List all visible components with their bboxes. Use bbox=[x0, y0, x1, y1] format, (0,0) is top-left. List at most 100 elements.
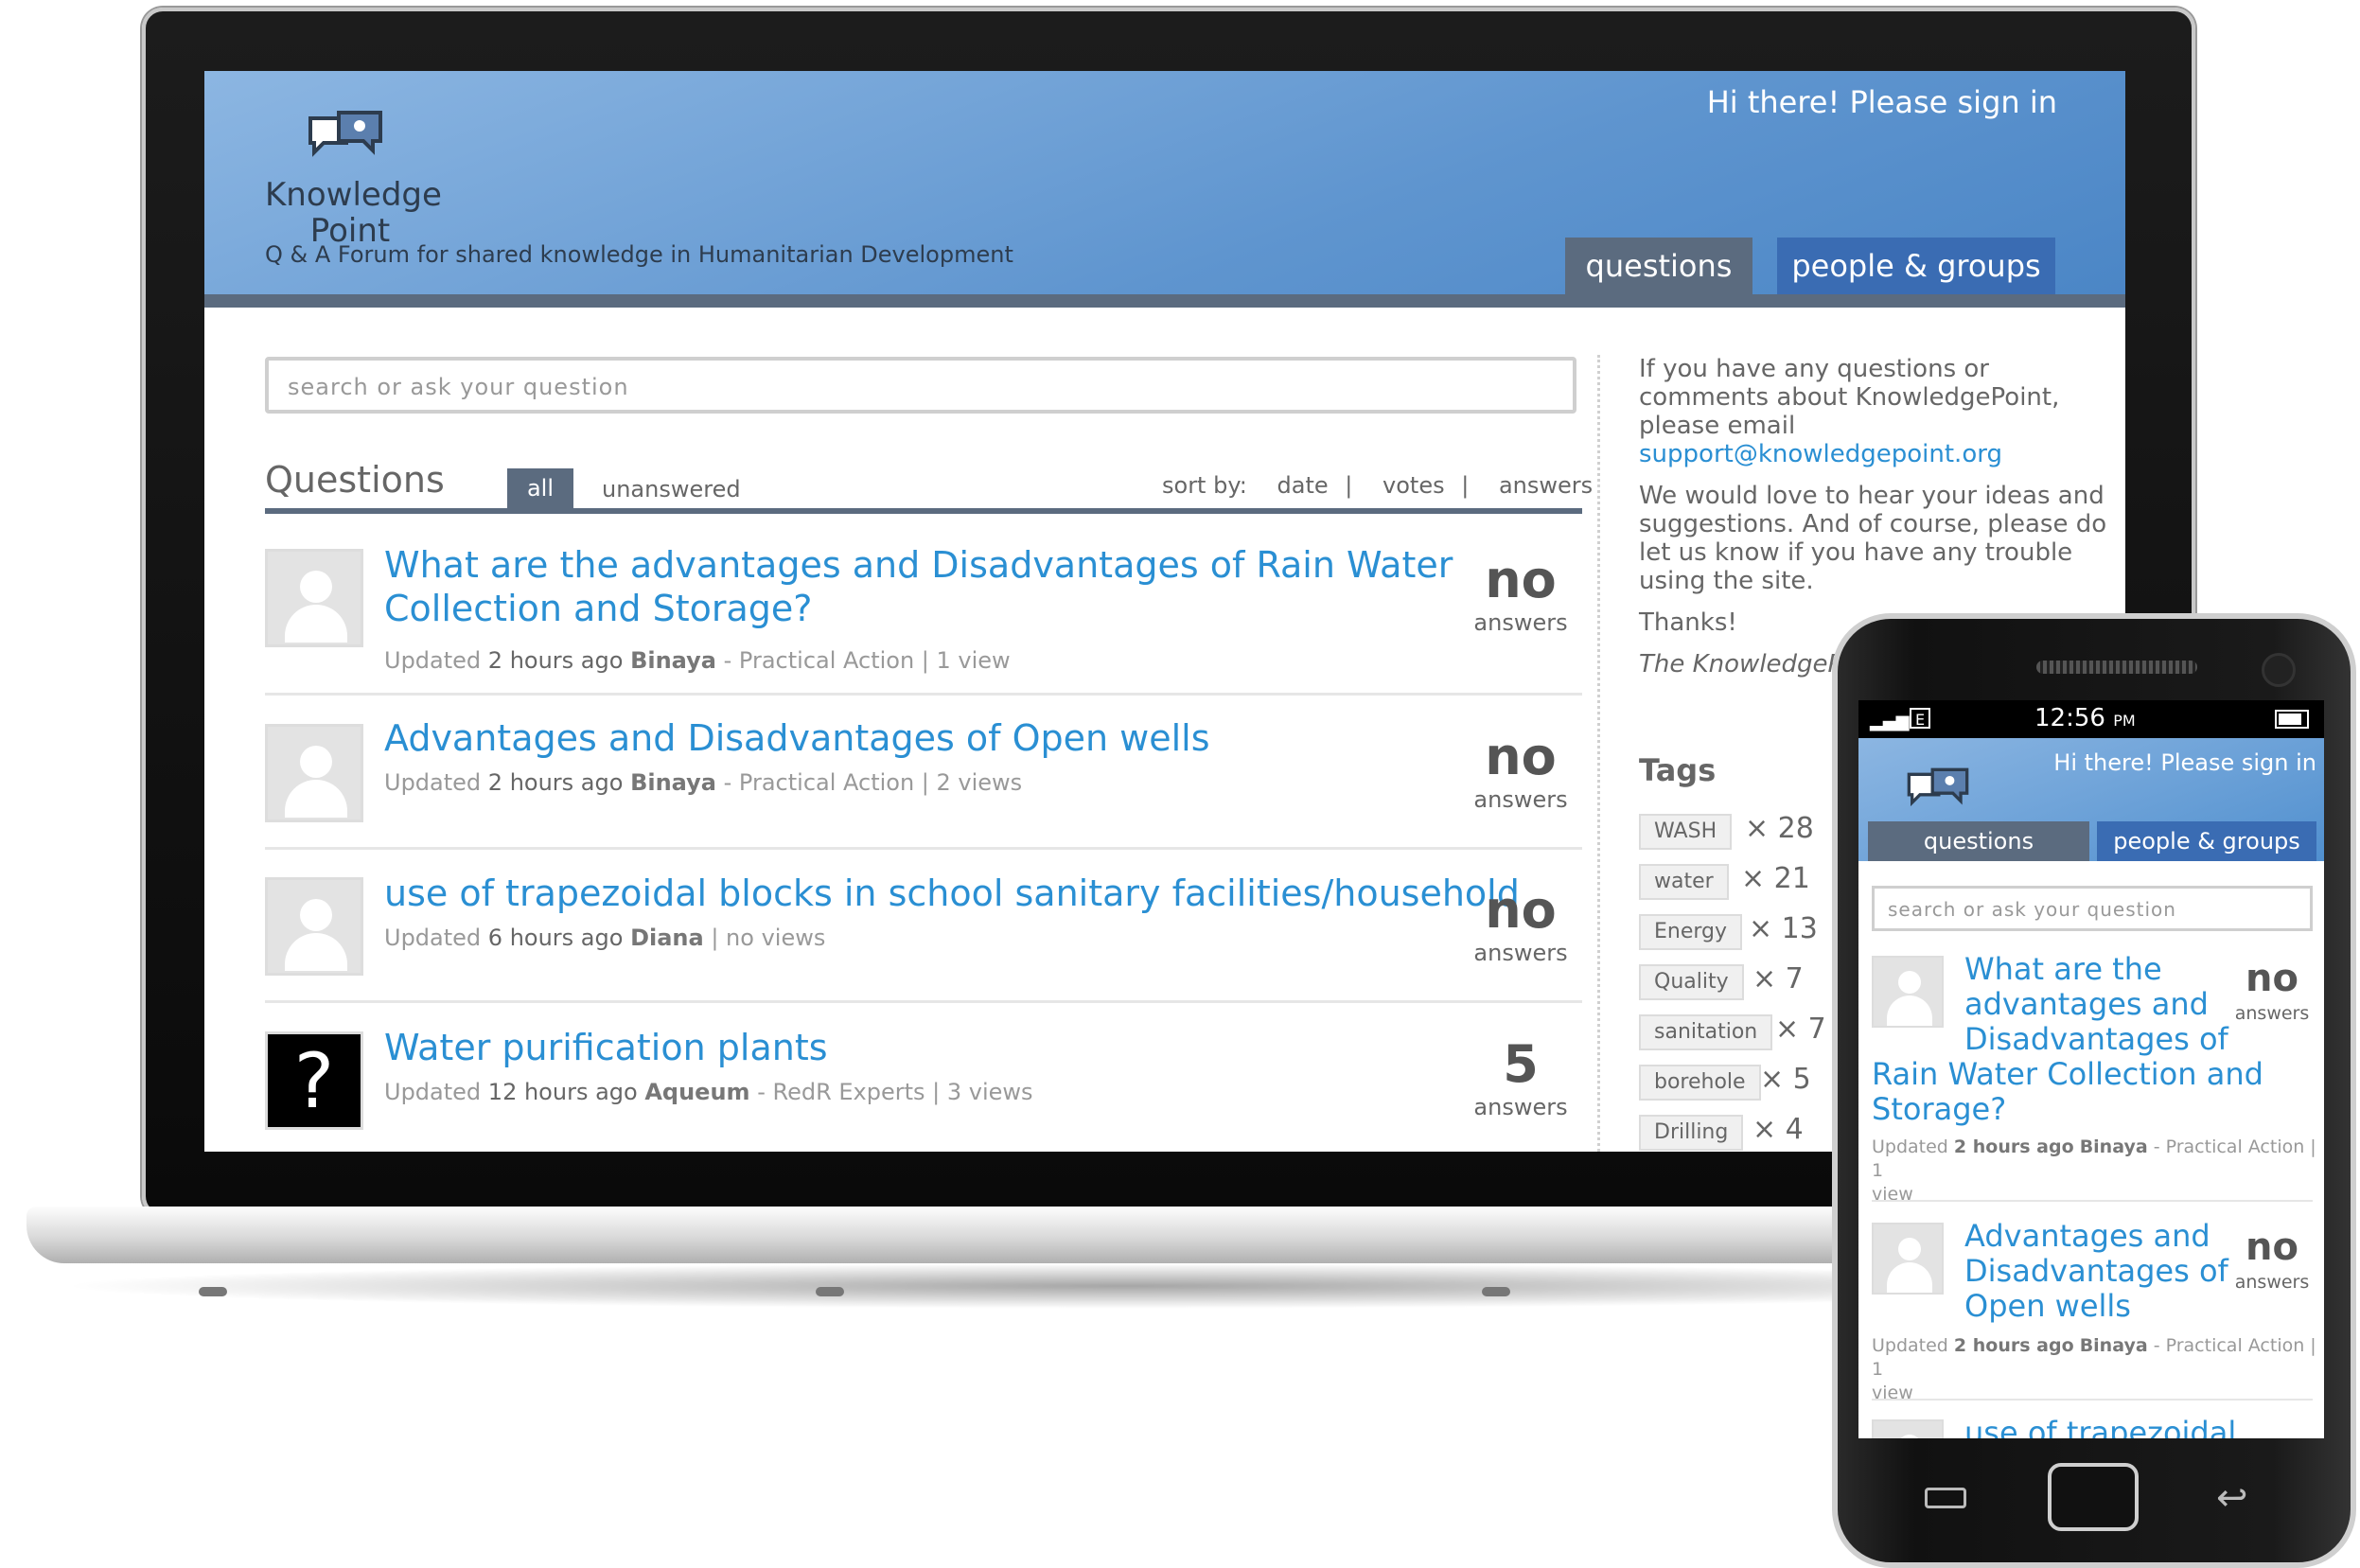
tag-chip[interactable]: WASH bbox=[1639, 814, 1733, 850]
questions-heading: Questions bbox=[265, 459, 445, 501]
question-meta: Updated 2 hours ago Binaya - Practical A… bbox=[384, 769, 1023, 796]
menu-button-icon[interactable] bbox=[1925, 1488, 1966, 1508]
tab-people-groups[interactable]: people & groups bbox=[1777, 238, 2055, 294]
questions-rule bbox=[265, 508, 1582, 514]
tag-chip[interactable]: borehole bbox=[1639, 1065, 1761, 1101]
row-divider bbox=[265, 1000, 1582, 1003]
question-row: use of trapezoidal blocks in school sani… bbox=[265, 872, 1582, 1010]
sort-bar: sort by: date | votes | answers bbox=[1162, 472, 1602, 499]
filter-all[interactable]: all bbox=[507, 468, 573, 508]
back-button-icon[interactable]: ↩ bbox=[2216, 1476, 2248, 1520]
answer-count: no bbox=[1485, 727, 1557, 786]
avatar[interactable] bbox=[265, 724, 363, 822]
filter-unanswered[interactable]: unanswered bbox=[602, 476, 741, 502]
answer-label: answers bbox=[1473, 786, 1568, 813]
question-mark-avatar-icon[interactable]: ? bbox=[265, 1031, 363, 1130]
tag-chip[interactable]: Drilling bbox=[1639, 1115, 1744, 1151]
tag-count: × 7 bbox=[1775, 1013, 1826, 1046]
phone-screen: ▂▄▆ E 12:56 PM Hi there! Please sign in … bbox=[1858, 700, 2324, 1438]
answer-count: no bbox=[2246, 957, 2298, 1000]
sign-in-link[interactable]: Hi there! Please sign in bbox=[1707, 84, 2057, 120]
search-input[interactable]: search or ask your question bbox=[1872, 886, 2313, 931]
question-author[interactable]: Binaya bbox=[2080, 1335, 2148, 1356]
avatar[interactable] bbox=[265, 877, 363, 976]
laptop-foot bbox=[199, 1287, 227, 1296]
question-title-link[interactable]: use of trapezoidal bbox=[1964, 1416, 2248, 1439]
answer-count: 5 bbox=[1503, 1034, 1539, 1094]
tag-chip[interactable]: water bbox=[1639, 864, 1729, 900]
answer-label: answers bbox=[1473, 940, 1568, 966]
phone-speaker bbox=[2036, 661, 2197, 674]
question-author[interactable]: Binaya bbox=[630, 647, 716, 674]
question-title-link[interactable]: Advantages and Disadvantages of Open wel… bbox=[384, 716, 1210, 760]
tab-questions[interactable]: questions bbox=[1565, 238, 1752, 294]
home-button[interactable] bbox=[2048, 1463, 2139, 1531]
question-author[interactable]: Binaya bbox=[2080, 1136, 2148, 1157]
sort-answers[interactable]: answers bbox=[1499, 472, 1593, 499]
answer-count: no bbox=[2246, 1225, 2298, 1269]
question-title-link[interactable]: Advantages and Disadvantages of Open wel… bbox=[1964, 1219, 2229, 1324]
question-row: ? Water purification plants Updated 12 h… bbox=[265, 1027, 1582, 1152]
question-meta: Updated 12 hours ago Aqueum - RedR Exper… bbox=[384, 1079, 1033, 1105]
question-row: Advantages and Disadvantages of Open wel… bbox=[265, 717, 1582, 856]
question-author[interactable]: Binaya bbox=[630, 769, 716, 796]
row-divider bbox=[1872, 1399, 2313, 1401]
support-email-link[interactable]: support@knowledgepoint.org bbox=[1639, 440, 2002, 468]
avatar[interactable] bbox=[265, 549, 363, 647]
tab-people-groups[interactable]: people & groups bbox=[2097, 821, 2316, 861]
avatar[interactable] bbox=[1872, 1223, 1944, 1295]
tags-heading: Tags bbox=[1639, 752, 1717, 788]
sort-label: sort by: bbox=[1162, 472, 1247, 499]
tag-count: × 7 bbox=[1752, 962, 1804, 995]
answer-label: answers bbox=[2234, 1003, 2310, 1024]
question-meta: Updated 2 hours ago Binaya - Practical A… bbox=[384, 647, 1011, 674]
question-author[interactable]: Diana bbox=[630, 925, 704, 951]
site-tagline: Q & A Forum for shared knowledge in Huma… bbox=[265, 241, 1013, 268]
sort-date[interactable]: date bbox=[1277, 472, 1329, 499]
answer-label: answers bbox=[1473, 609, 1568, 636]
network-icon: E bbox=[1910, 708, 1930, 729]
answer-count: no bbox=[1485, 550, 1557, 609]
tag-chip[interactable]: Energy bbox=[1639, 914, 1743, 950]
question-row: What are the advantages and Disadvantage… bbox=[265, 544, 1582, 700]
answer-count: no bbox=[1485, 880, 1557, 940]
tag-count: × 13 bbox=[1749, 912, 1818, 945]
tag-chip[interactable]: Quality bbox=[1639, 964, 1744, 1000]
knowledgepoint-logo-icon[interactable] bbox=[1904, 766, 1972, 821]
knowledgepoint-logo-icon[interactable] bbox=[305, 109, 386, 175]
row-divider bbox=[1872, 1200, 2313, 1202]
sidebar-divider bbox=[1597, 355, 1600, 1152]
question-title-link[interactable]: What are the advantages and Disadvantage… bbox=[384, 543, 1453, 630]
row-divider bbox=[265, 847, 1582, 850]
question-title-link[interactable]: Water purification plants bbox=[384, 1026, 828, 1069]
tag-count: × 4 bbox=[1752, 1113, 1804, 1146]
row-divider bbox=[265, 693, 1582, 696]
status-time: 12:56 PM bbox=[2034, 704, 2136, 732]
header-band bbox=[204, 294, 2125, 308]
tag-count: × 5 bbox=[1760, 1063, 1811, 1096]
sort-separator: | bbox=[1345, 472, 1353, 499]
battery-icon bbox=[2275, 710, 2309, 729]
question-meta: Updated 2 hours ago Binaya - Practical A… bbox=[1872, 1136, 2316, 1205]
sort-votes[interactable]: votes bbox=[1383, 472, 1445, 499]
search-input[interactable]: search or ask your question bbox=[265, 357, 1576, 414]
laptop-foot bbox=[1482, 1287, 1510, 1296]
answer-label: answers bbox=[1473, 1094, 1568, 1120]
contact-text: If you have any questions or comments ab… bbox=[1639, 355, 2060, 440]
question-meta: Updated 2 hours ago Binaya - Practical A… bbox=[1872, 1335, 2316, 1403]
tab-questions[interactable]: questions bbox=[1868, 821, 2089, 861]
avatar[interactable] bbox=[1872, 1419, 1944, 1438]
laptop-foot bbox=[816, 1287, 844, 1296]
signal-icon: ▂▄▆ bbox=[1870, 712, 1910, 731]
question-author[interactable]: Aqueum bbox=[644, 1079, 749, 1105]
tag-count: × 21 bbox=[1741, 862, 1810, 895]
logo-text: Knowledge Point bbox=[265, 176, 442, 250]
answer-label: answers bbox=[2234, 1272, 2310, 1293]
sign-in-link[interactable]: Hi there! Please sign in bbox=[2053, 749, 2316, 776]
tag-chip[interactable]: sanitation bbox=[1639, 1014, 1773, 1050]
ideas-text: We would love to hear your ideas and sug… bbox=[1639, 482, 2107, 595]
question-title-link[interactable]: use of trapezoidal blocks in school sani… bbox=[384, 872, 1520, 915]
phone-camera bbox=[2262, 653, 2296, 687]
sort-separator: | bbox=[1461, 472, 1470, 499]
tag-count: × 28 bbox=[1745, 812, 1814, 845]
